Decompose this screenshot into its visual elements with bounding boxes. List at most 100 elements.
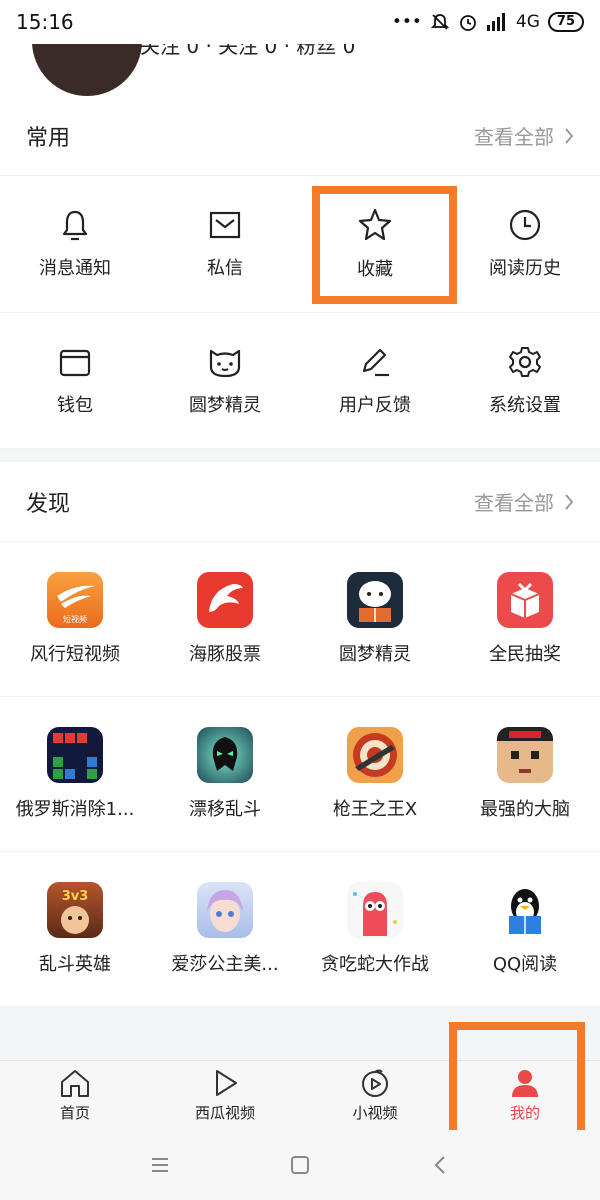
short-video-icon	[362, 1069, 388, 1097]
sheep-reading-app-icon	[347, 572, 403, 628]
signal-icon	[486, 13, 508, 31]
app-item[interactable]: 枪王之王X	[300, 697, 450, 852]
app-label: 风行短视频	[30, 644, 120, 665]
nav-back-button[interactable]	[420, 1145, 460, 1185]
app-label: 海豚股票	[189, 644, 261, 665]
view-all-label: 查看全部	[474, 491, 554, 515]
app-label: 全民抽奖	[489, 644, 561, 665]
common-section: 常用 查看全部 消息通知 私信 收藏 阅读历史 钱包 圆梦精灵 用户反馈 系统设…	[0, 96, 600, 450]
common-item-label: 钱包	[57, 395, 93, 416]
discover-section: 发现 查看全部 短视频 风行短视频 海豚股票 圆梦精灵 全民抽奖 俄罗斯消除1.…	[0, 462, 600, 1007]
app-item[interactable]: 漂移乱斗	[150, 697, 300, 852]
app-item[interactable]: QQ阅读	[450, 852, 600, 1007]
common-item-label: 消息通知	[39, 258, 111, 279]
bell-icon	[62, 210, 88, 241]
princess-app-icon	[197, 882, 253, 938]
drift-brawl-app-icon	[197, 727, 253, 783]
dolphin-app-icon	[197, 572, 253, 628]
target-gun-app-icon	[347, 727, 403, 783]
highlight-box-favorites	[312, 186, 457, 304]
wallet-icon	[59, 349, 91, 377]
nav-menu-button[interactable]	[140, 1145, 180, 1185]
mail-icon	[209, 211, 241, 239]
app-label: 贪吃蛇大作战	[321, 954, 429, 975]
common-item-wallet[interactable]: 钱包	[0, 313, 150, 450]
app-item[interactable]: 海豚股票	[150, 542, 300, 697]
menu-icon	[152, 1158, 168, 1172]
tab-label: 首页	[59, 1104, 90, 1122]
tab-short-video[interactable]: 小视频	[300, 1061, 450, 1130]
app-item[interactable]: 俄罗斯消除1...	[0, 697, 150, 852]
mute-icon	[430, 12, 450, 32]
profile-stats: 关注 0 · 关注 0 · 粉丝 0	[140, 44, 356, 58]
system-nav-bar	[0, 1130, 600, 1200]
gear-icon	[509, 347, 541, 377]
battery-indicator: 75	[547, 12, 584, 32]
network-type: 4G	[515, 12, 540, 32]
tab-xigua-video[interactable]: 西瓜视频	[150, 1061, 300, 1130]
back-chevron-icon	[434, 1156, 445, 1174]
nav-home-button[interactable]	[280, 1145, 320, 1185]
more-dots: •••	[391, 12, 422, 32]
chevron-right-icon	[565, 127, 574, 144]
home-icon	[61, 1070, 89, 1097]
app-label: 圆梦精灵	[339, 644, 411, 665]
common-item-label: 圆梦精灵	[189, 395, 261, 416]
common-header: 常用 查看全部	[0, 96, 600, 176]
app-label: 俄罗斯消除1...	[15, 799, 135, 820]
app-item[interactable]: 短视频 风行短视频	[0, 542, 150, 697]
tab-home[interactable]: 首页	[0, 1061, 150, 1130]
alarm-icon	[458, 12, 478, 32]
tab-label: 小视频	[352, 1104, 398, 1122]
common-item-feedback[interactable]: 用户反馈	[300, 313, 450, 450]
app-label: 爱莎公主美...	[171, 954, 279, 975]
discover-header: 发现 查看全部	[0, 462, 600, 542]
app-badge-text: 短视频	[63, 614, 87, 624]
play-icon	[216, 1070, 237, 1096]
common-grid: 消息通知 私信 收藏 阅读历史 钱包 圆梦精灵 用户反馈 系统设置	[0, 176, 600, 450]
gift-box-app-icon	[497, 572, 553, 628]
avatar[interactable]	[32, 44, 142, 96]
fengxing-app-icon: 短视频	[47, 572, 103, 628]
discover-grid: 短视频 风行短视频 海豚股票 圆梦精灵 全民抽奖 俄罗斯消除1... 漂移乱斗 …	[0, 542, 600, 1007]
app-label: 漂移乱斗	[189, 799, 261, 820]
discover-view-all[interactable]: 查看全部	[474, 487, 574, 516]
clock-icon	[509, 209, 541, 241]
app-badge-text: 3v3	[62, 889, 89, 904]
qq-penguin-app-icon	[497, 882, 553, 938]
app-item[interactable]: 爱莎公主美...	[150, 852, 300, 1007]
common-item-label: 私信	[207, 258, 243, 279]
status-time: 15:16	[16, 10, 74, 34]
app-item[interactable]: 全民抽奖	[450, 542, 600, 697]
app-item[interactable]: 圆梦精灵	[300, 542, 450, 697]
discover-title: 发现	[26, 491, 71, 517]
common-view-all[interactable]: 查看全部	[474, 121, 574, 150]
view-all-label: 查看全部	[474, 125, 554, 149]
common-title: 常用	[26, 125, 71, 151]
snake-app-icon	[347, 882, 403, 938]
common-item-settings[interactable]: 系统设置	[450, 313, 600, 450]
common-item-notifications[interactable]: 消息通知	[0, 176, 150, 313]
common-item-label: 用户反馈	[339, 395, 411, 416]
pen-icon	[362, 348, 389, 377]
common-item-history[interactable]: 阅读历史	[450, 176, 600, 313]
brain-face-app-icon	[497, 727, 553, 783]
square-icon	[291, 1156, 309, 1174]
hero-app-icon: 3v3	[47, 882, 103, 938]
common-item-dream-sprite[interactable]: 圆梦精灵	[150, 313, 300, 450]
tetris-app-icon	[47, 727, 103, 783]
app-label: 乱斗英雄	[39, 954, 111, 975]
app-label: 最强的大脑	[480, 799, 570, 820]
app-label: QQ阅读	[492, 954, 558, 975]
cat-face-icon	[209, 349, 241, 378]
profile-header: 关注 0 · 关注 0 · 粉丝 0	[0, 44, 600, 96]
app-item[interactable]: 3v3 乱斗英雄	[0, 852, 150, 1007]
common-item-messages[interactable]: 私信	[150, 176, 300, 313]
tab-label: 西瓜视频	[194, 1104, 255, 1122]
chevron-right-icon	[565, 493, 574, 510]
app-item[interactable]: 最强的大脑	[450, 697, 600, 852]
app-item[interactable]: 贪吃蛇大作战	[300, 852, 450, 1007]
common-item-label: 阅读历史	[489, 258, 561, 279]
status-bar: 15:16 ••• 4G 75	[0, 0, 600, 44]
common-item-label: 系统设置	[489, 395, 561, 416]
